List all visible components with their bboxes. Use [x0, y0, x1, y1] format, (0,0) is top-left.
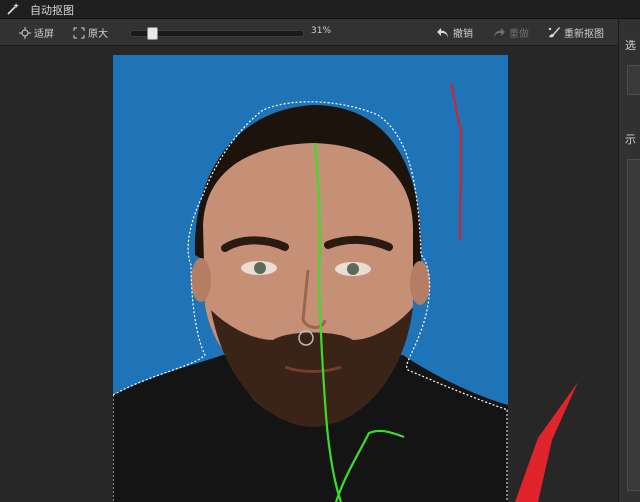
title-bar: 自动抠图 [0, 0, 640, 19]
original-size-icon [73, 27, 85, 39]
undo-button[interactable]: 撤销 [436, 25, 473, 40]
remove-stroke [449, 82, 463, 241]
zoom-value: 31% [311, 26, 332, 36]
right-panel-preview-box [627, 159, 640, 491]
brush-icon [547, 26, 561, 39]
original-size-label: 原大 [88, 29, 108, 40]
redo-icon [492, 27, 506, 39]
zoom-slider-thumb[interactable] [147, 27, 158, 40]
wand-icon [6, 2, 20, 16]
redo-label: 重做 [509, 29, 529, 40]
right-panel: 选 示 [618, 19, 640, 502]
recut-label: 重新抠图 [564, 29, 604, 40]
right-panel-section-label: 选 [625, 39, 636, 52]
window-title: 自动抠图 [30, 4, 74, 17]
image-canvas[interactable] [113, 55, 508, 502]
redo-button[interactable]: 重做 [492, 25, 529, 40]
zoom-slider[interactable] [130, 27, 304, 40]
fit-screen-label: 适屏 [34, 29, 54, 40]
undo-icon [436, 27, 450, 39]
fit-screen-icon [19, 26, 31, 39]
recut-button[interactable]: 重新抠图 [547, 25, 604, 40]
person-ear-left [191, 258, 211, 302]
fit-screen-button[interactable]: 适屏 [19, 25, 54, 40]
undo-label: 撤销 [453, 29, 473, 40]
toolbar: 适屏 原大 31% 撤销 重做 重新抠图 [0, 19, 618, 46]
right-panel-option-box[interactable] [627, 65, 640, 95]
original-size-button[interactable]: 原大 [73, 25, 108, 40]
right-panel-preview-label: 示 [625, 133, 636, 146]
